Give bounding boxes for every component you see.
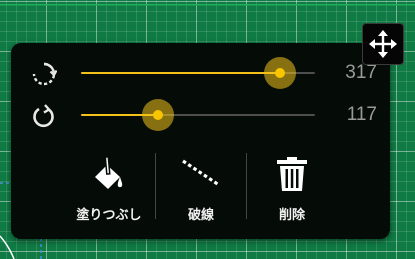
fill-label: 塗りつぶし: [76, 208, 142, 223]
move-button[interactable]: [362, 23, 404, 65]
dashed-line-icon: [182, 159, 220, 187]
dashed-line-label: 破線: [187, 208, 214, 223]
paint-bucket-icon: [95, 156, 123, 189]
trash-icon: [277, 157, 307, 191]
rotation-dashed-track[interactable]: [81, 57, 315, 89]
rotation-dashed-value: 317: [345, 62, 377, 83]
rotation-slider-row: 117: [11, 95, 390, 135]
rotation-track[interactable]: [81, 99, 315, 131]
line-settings-panel: 317 117 塗りつぶし 破線 削除: [11, 43, 390, 239]
rotation-dashed-thumb[interactable]: [263, 57, 296, 89]
fill-button[interactable]: 塗りつぶし: [64, 151, 154, 231]
dashed-line-button[interactable]: 破線: [156, 151, 246, 231]
rotation-dashed-track-fill: [81, 72, 280, 74]
delete-button[interactable]: 削除: [247, 151, 337, 231]
rotation-thumb[interactable]: [142, 99, 175, 131]
rotation-dashed-slider-row: 317: [11, 53, 390, 93]
move-arrows-icon: [369, 30, 397, 58]
rotation-value: 117: [346, 104, 377, 125]
canvas-edge: [0, 4, 415, 6]
rotate-dashed-icon: [32, 62, 57, 86]
rotate-cw-icon: [33, 104, 54, 128]
action-bar: 塗りつぶし 破線 削除: [64, 151, 374, 231]
canvas-arc: [0, 235, 15, 259]
delete-label: 削除: [278, 208, 305, 223]
